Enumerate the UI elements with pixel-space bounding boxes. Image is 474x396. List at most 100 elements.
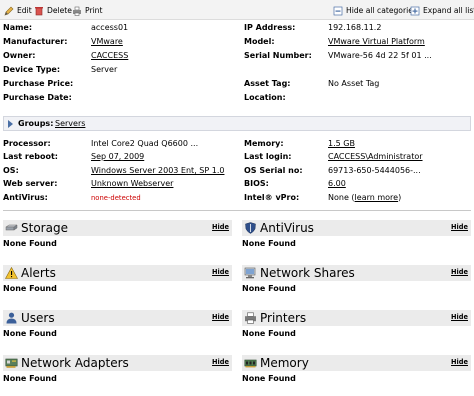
learn-more-link[interactable]: learn more	[355, 193, 399, 202]
groups-servers-link[interactable]: Servers	[55, 118, 85, 130]
model-label: Model:	[244, 37, 275, 46]
bios-label: BIOS:	[244, 179, 269, 188]
os-serial-value: 69713-650-5444056-...	[328, 166, 421, 175]
print-label: Print	[85, 6, 103, 15]
manufacturer-label: Manufacturer:	[3, 37, 68, 46]
network-adapters-hide-link[interactable]: Hide	[212, 358, 229, 366]
storage-panel-header: Storage Hide	[3, 220, 232, 236]
network-shares-title: Network Shares	[260, 266, 355, 280]
groups-bar[interactable]: Groups: Servers	[3, 116, 471, 131]
groups-label: Groups:	[18, 119, 54, 128]
printers-hide-link[interactable]: Hide	[451, 313, 468, 321]
name-label: Name:	[3, 23, 33, 32]
os-link[interactable]: Windows Server 2003 Ent, SP 1.0	[91, 165, 224, 177]
last-reboot-label: Last reboot:	[3, 152, 58, 161]
location-label: Location:	[244, 93, 286, 102]
antivirus-label: AntiVirus:	[3, 193, 48, 202]
alerts-hide-link[interactable]: Hide	[212, 268, 229, 276]
ip-address-label: IP Address:	[244, 23, 296, 32]
antivirus-value: none-detected	[91, 194, 141, 202]
last-reboot-link[interactable]: Sep 07, 2009	[91, 151, 144, 163]
serial-number-label: Serial Number:	[244, 51, 312, 60]
network-adapters-title: Network Adapters	[21, 356, 129, 370]
alert-warning-icon	[4, 266, 19, 279]
memory-link[interactable]: 1.5 GB	[328, 138, 355, 150]
storage-title: Storage	[21, 221, 68, 235]
storage-status: None Found	[3, 239, 57, 248]
network-shares-icon	[244, 267, 257, 279]
printers-title: Printers	[260, 311, 307, 325]
last-login-label: Last login:	[244, 152, 292, 161]
toolbar: Edit Delete Print Hide all categories Ex…	[0, 0, 474, 20]
asset-tag-value: No Asset Tag	[328, 79, 380, 88]
hide-all-label: Hide all categories	[346, 6, 417, 15]
printers-panel-header: Printers Hide	[242, 310, 471, 326]
edit-label: Edit	[17, 6, 32, 15]
users-title: Users	[21, 311, 55, 325]
antivirus-panel-header: AntiVirus Hide	[242, 220, 471, 236]
memory-hide-link[interactable]: Hide	[451, 358, 468, 366]
storage-hide-link[interactable]: Hide	[212, 223, 229, 231]
network-adapter-icon	[5, 357, 18, 369]
users-icon	[5, 312, 18, 324]
vpro-value: None (learn more)	[328, 193, 402, 202]
network-adapters-panel-header: Network Adapters Hide	[3, 355, 232, 371]
delete-label: Delete	[47, 6, 72, 15]
printer-icon	[244, 312, 257, 324]
alerts-title: Alerts	[21, 266, 56, 280]
network-adapters-status: None Found	[3, 374, 57, 383]
expand-triangle-icon[interactable]	[8, 120, 13, 128]
ip-address-value: 192.168.11.2	[328, 23, 382, 32]
device-type-label: Device Type:	[3, 65, 61, 74]
antivirus-shield-icon	[244, 222, 257, 234]
network-shares-panel-header: Network Shares Hide	[242, 265, 471, 281]
memory-label: Memory:	[244, 139, 284, 148]
expand-all-icon	[410, 6, 420, 16]
printer-icon	[72, 6, 82, 16]
memory-title: Memory	[260, 356, 309, 370]
antivirus-title: AntiVirus	[260, 221, 314, 235]
section-divider	[3, 210, 471, 211]
name-value: access01	[91, 23, 129, 32]
processor-value: Intel Core2 Quad Q6600 ...	[91, 139, 199, 148]
purchase-price-label: Purchase Price:	[3, 79, 74, 88]
edit-button[interactable]: Edit	[4, 5, 32, 16]
web-server-label: Web server:	[3, 179, 58, 188]
expand-all-lists-button[interactable]: Expand all lists	[410, 5, 474, 16]
antivirus-status: None Found	[242, 239, 296, 248]
delete-icon	[34, 6, 44, 16]
manufacturer-link[interactable]: VMware	[91, 36, 123, 48]
owner-label: Owner:	[3, 51, 36, 60]
expand-all-label: Expand all lists	[423, 6, 474, 15]
users-status: None Found	[3, 329, 57, 338]
hide-all-categories-button[interactable]: Hide all categories	[333, 5, 417, 16]
users-hide-link[interactable]: Hide	[212, 313, 229, 321]
device-type-value: Server	[91, 65, 118, 74]
processor-label: Processor:	[3, 139, 51, 148]
web-server-link[interactable]: Unknown Webserver	[91, 178, 173, 190]
network-shares-hide-link[interactable]: Hide	[451, 268, 468, 276]
memory-icon	[244, 357, 257, 369]
memory-panel-header: Memory Hide	[242, 355, 471, 371]
printers-status: None Found	[242, 329, 296, 338]
memory-status: None Found	[242, 374, 296, 383]
print-button[interactable]: Print	[72, 5, 102, 16]
asset-tag-label: Asset Tag:	[244, 79, 291, 88]
edit-pencil-icon	[4, 6, 14, 16]
network-shares-status: None Found	[242, 284, 296, 293]
model-link[interactable]: VMware Virtual Platform	[328, 36, 425, 48]
storage-icon	[5, 222, 18, 234]
os-label: OS:	[3, 166, 19, 175]
users-panel-header: Users Hide	[3, 310, 232, 326]
bios-link[interactable]: 6.00	[328, 178, 346, 190]
purchase-date-label: Purchase Date:	[3, 93, 72, 102]
owner-link[interactable]: CACCESS	[91, 50, 128, 62]
vpro-label: Intel® vPro:	[244, 193, 300, 202]
last-login-link[interactable]: CACCESS\Administrator	[328, 151, 423, 163]
alerts-status: None Found	[3, 284, 57, 293]
delete-button[interactable]: Delete	[34, 5, 72, 16]
os-serial-label: OS Serial no:	[244, 166, 303, 175]
serial-number-value: VMware-56 4d 22 5f 01 ...	[328, 51, 432, 60]
alerts-panel-header: Alerts Hide	[3, 265, 232, 281]
antivirus-hide-link[interactable]: Hide	[451, 223, 468, 231]
